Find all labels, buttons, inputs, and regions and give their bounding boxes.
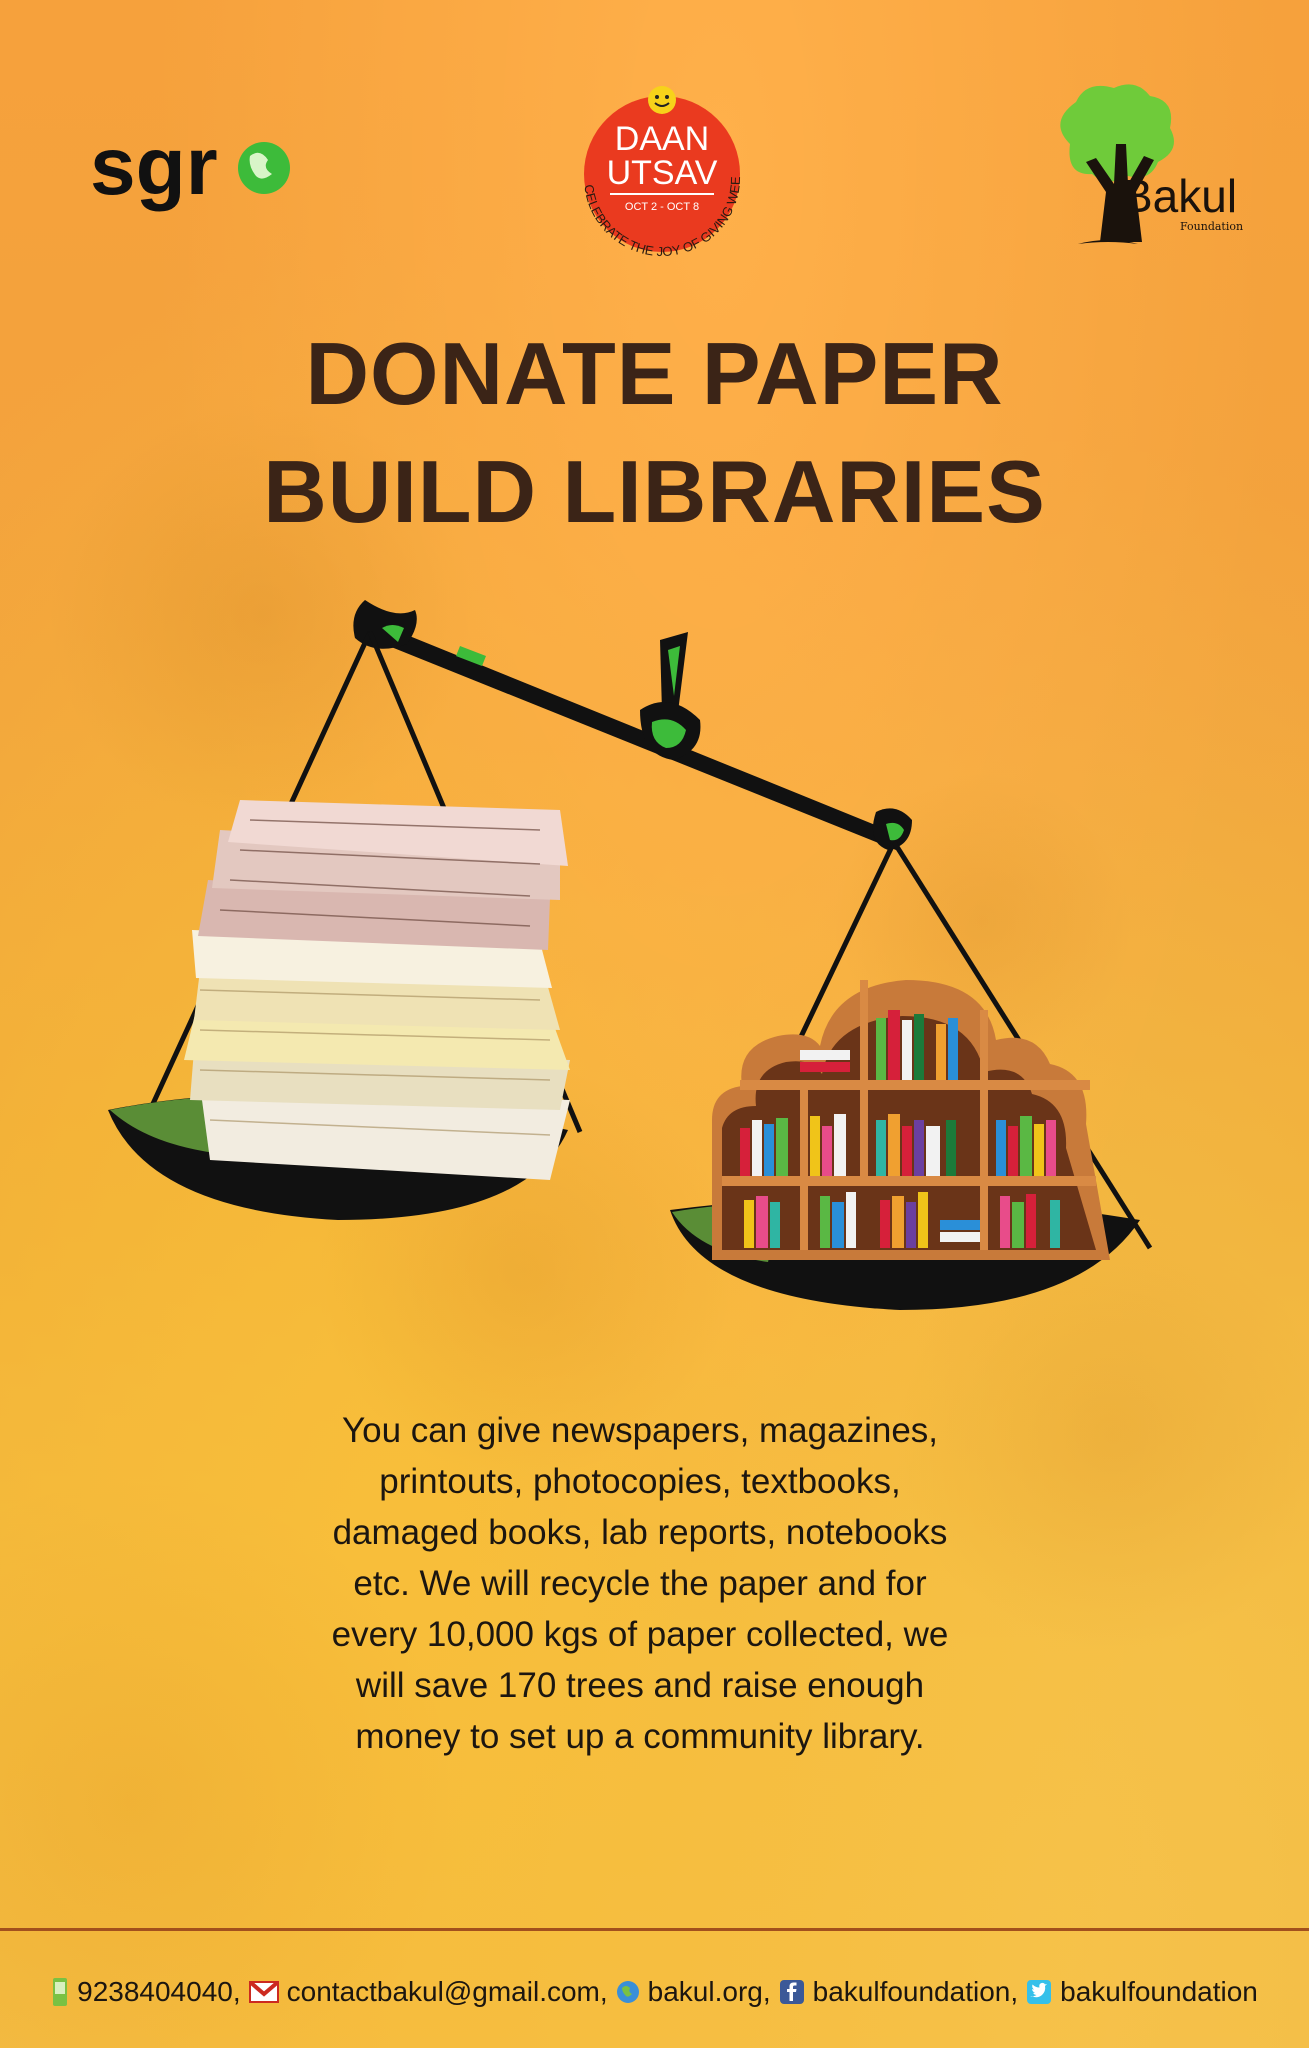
bakul-logo: Bakul Foundation — [1060, 84, 1243, 244]
website-url: bakul.org, — [647, 1976, 771, 2007]
bakul-sub: Foundation — [1180, 220, 1243, 233]
contact-footer: 9238404040, contactbakul@gmail.com, baku… — [0, 1972, 1309, 2012]
headline-line-1: DONATE PAPER — [305, 324, 1004, 423]
daan-utsav-logo: DAAN UTSAV OCT 2 - OCT 8 CELEBRATE THE J… — [562, 78, 743, 259]
globe-icon — [616, 1981, 639, 2003]
twitter-icon — [1027, 1980, 1052, 2004]
sgr-logo: sgr — [90, 121, 290, 212]
facebook-contact[interactable]: bakulfoundation, — [779, 1976, 1019, 2008]
bakul-name: Bakul — [1122, 170, 1237, 222]
email-contact[interactable]: contactbakul@gmail.com, — [248, 1976, 608, 2008]
email-icon — [248, 1981, 279, 2003]
facebook-icon — [779, 1980, 804, 2004]
phone-contact[interactable]: 9238404040, — [51, 1976, 241, 2008]
website-contact[interactable]: bakul.org, — [616, 1976, 771, 2008]
facebook-handle: bakulfoundation, — [812, 1976, 1019, 2007]
paper-stack — [184, 800, 570, 1180]
smiley-icon — [648, 86, 676, 114]
phone-number: 9238404040, — [77, 1976, 241, 2007]
twitter-handle: bakulfoundation — [1060, 1976, 1258, 2007]
daan-dates: OCT 2 - OCT 8 — [625, 201, 699, 213]
cloud-bookshelf — [712, 980, 1110, 1260]
body-paragraph: You can give newspapers, magazines, prin… — [331, 1411, 949, 1756]
balance-scale-illustration — [108, 600, 1153, 1310]
utsav-text: UTSAV — [607, 154, 718, 192]
sgr-logo-text: sgr — [90, 121, 218, 212]
twitter-contact[interactable]: bakulfoundation — [1026, 1976, 1258, 2008]
phone-icon — [53, 1978, 68, 2006]
headline-line-2: BUILD LIBRARIES — [263, 442, 1046, 541]
daan-text: DAAN — [615, 120, 709, 158]
footer-divider — [0, 1928, 1309, 1931]
email-address: contactbakul@gmail.com, — [286, 1976, 608, 2007]
